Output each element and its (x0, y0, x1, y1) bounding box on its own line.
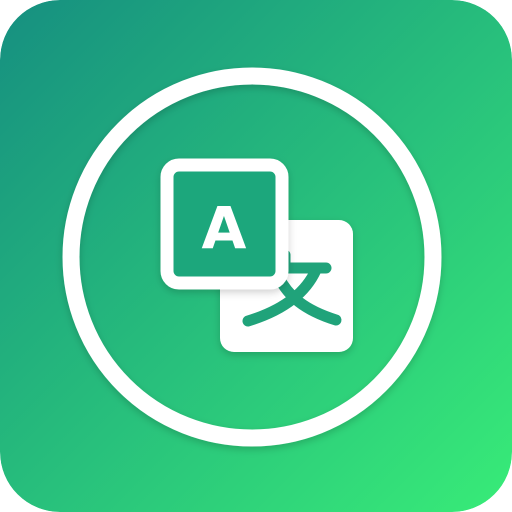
source-language-card: A (160, 158, 289, 290)
latin-glyph-label: A (202, 194, 247, 262)
translate-app-icon[interactable]: A (0, 0, 512, 512)
icon-artwork: A (0, 0, 512, 512)
